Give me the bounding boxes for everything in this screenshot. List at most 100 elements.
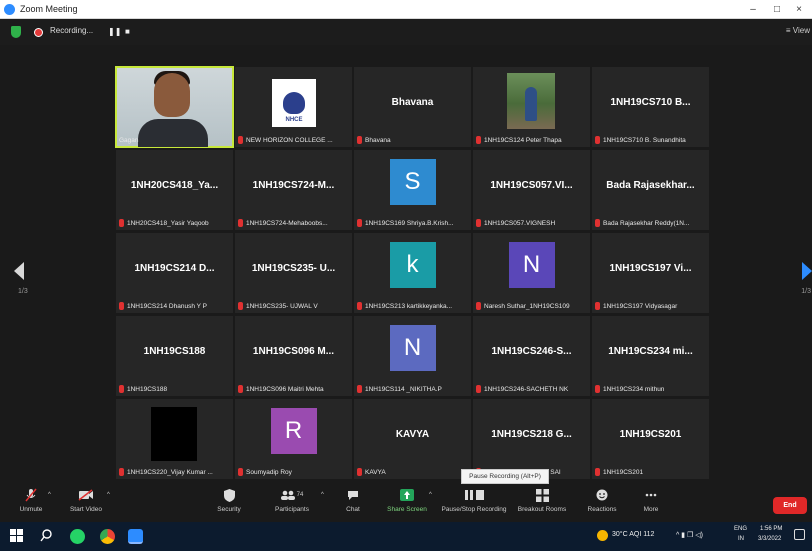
participant-tile[interactable]: N Naresh Suthar_1NH19CS109 xyxy=(473,233,590,313)
participants-button[interactable]: 74 Participants xyxy=(270,488,314,513)
security-button[interactable]: Security xyxy=(212,488,246,513)
muted-mic-icon xyxy=(357,468,362,476)
muted-mic-icon xyxy=(476,219,481,227)
close-button[interactable]: × xyxy=(788,0,810,19)
participant-tile[interactable]: 1NH20CS418_Ya... 1NH20CS418_Yasir Yaqoob xyxy=(116,150,233,230)
participant-name-caption: KAVYA xyxy=(357,467,468,477)
start-video-button[interactable]: Start Video xyxy=(66,488,106,513)
shield-icon[interactable] xyxy=(11,26,21,38)
participant-display-name: 1NH19CS057.VI... xyxy=(490,180,573,191)
more-button[interactable]: More xyxy=(636,488,666,513)
whatsapp-icon[interactable] xyxy=(70,529,85,544)
participant-name-text: 1NH19CS724-Mehaboobs... xyxy=(246,219,328,227)
participant-tile[interactable]: 1NH19CS214 D... 1NH19CS214 Dhanush Y P xyxy=(116,233,233,313)
participant-name-text: 1NH19CS057.VIGNESH xyxy=(484,219,556,227)
participant-tile[interactable]: KAVYA KAVYA xyxy=(354,399,471,479)
participant-name-text: 1NH19CS235- UJWAL V xyxy=(246,302,318,310)
reactions-button[interactable]: Reactions xyxy=(584,488,620,513)
muted-microphone-icon xyxy=(23,488,39,502)
participant-tile[interactable]: R Soumyadip Roy xyxy=(235,399,352,479)
chrome-icon[interactable] xyxy=(100,529,115,544)
participant-tile[interactable]: 1NH19CS220_Vijay Kumar ... xyxy=(116,399,233,479)
next-page-arrow-icon[interactable] xyxy=(802,262,812,280)
participant-tile[interactable]: 1NH19CS724-M... 1NH19CS724-Mehaboobs... xyxy=(235,150,352,230)
participant-tile[interactable]: 1NH19CS124 Peter Thapa xyxy=(473,67,590,147)
notification-icon[interactable] xyxy=(794,529,805,540)
windows-taskbar: 30°C AQI 112 ^ ▮ ❒ ◁) ENG IN 1:56 PM 3/3… xyxy=(0,522,812,551)
weather-sun-icon xyxy=(597,530,608,541)
participant-name-text: 1NH19CS197 Vidyasagar xyxy=(603,302,678,310)
system-tray-icons[interactable]: ^ ▮ ❒ ◁) xyxy=(676,531,703,539)
participants-count: 74 xyxy=(296,492,304,498)
participants-chevron-icon[interactable]: ^ xyxy=(321,492,324,498)
chat-bubble-icon xyxy=(345,488,361,502)
participant-name-text: 1NH19CS188 xyxy=(127,385,168,393)
stop-recording-button[interactable]: ■ xyxy=(125,27,130,36)
windows-start-icon[interactable] xyxy=(10,529,25,544)
participant-name-caption: 1NH19CS188 xyxy=(119,384,230,394)
maximize-button[interactable]: □ xyxy=(766,0,788,19)
muted-mic-icon xyxy=(238,385,243,393)
participant-tile[interactable]: Bada Rajasekhar... Bada Rajasekhar Reddy(… xyxy=(592,150,709,230)
participant-name-caption: 1NH19CS096 Maitri Mehta xyxy=(238,384,349,394)
view-button[interactable]: ≡ View xyxy=(786,26,810,35)
muted-mic-icon xyxy=(357,302,362,310)
participant-name-caption: 1NH19CS724-Mehaboobs... xyxy=(238,218,349,228)
participant-display-name: 1NH19CS201 xyxy=(619,429,682,440)
weather-info[interactable]: 30°C AQI 112 xyxy=(612,531,654,538)
breakout-rooms-button[interactable]: Breakout Rooms xyxy=(510,488,574,513)
chat-button[interactable]: Chat xyxy=(340,488,366,513)
share-options-chevron-icon[interactable]: ^ xyxy=(429,492,432,498)
participant-tile[interactable]: 1NH19CS235- U... 1NH19CS235- UJWAL V xyxy=(235,233,352,313)
participant-tile[interactable]: N 1NH19CS114 _NIKITHA.P xyxy=(354,316,471,396)
start-video-label: Start Video xyxy=(69,506,103,513)
participant-display-name: KAVYA xyxy=(395,429,430,440)
breakout-rooms-label: Breakout Rooms xyxy=(517,506,567,513)
participant-name-caption: Gagan xyxy=(119,135,230,145)
participant-display-name: 1NH19CS188 xyxy=(143,346,206,357)
participant-name-text: 1NH19CS220_Vijay Kumar ... xyxy=(127,468,213,476)
participant-name-caption: 1NH19CS220_Vijay Kumar ... xyxy=(119,467,230,477)
participant-tile[interactable]: Gagan xyxy=(115,66,234,148)
participant-tile[interactable]: 1NH19CS201 1NH19CS201 xyxy=(592,399,709,479)
participant-tile[interactable]: 1NH19CS246-S... 1NH19CS246-SACHETH NK xyxy=(473,316,590,396)
participant-initial-avatar: N xyxy=(508,242,555,288)
participant-tile[interactable]: k 1NH19CS213 kartikkeyanka... xyxy=(354,233,471,313)
participant-tile[interactable]: Bhavana Bhavana xyxy=(354,67,471,147)
previous-page-arrow-icon[interactable] xyxy=(14,262,24,280)
participant-name-text: 1NH19CS213 kartikkeyanka... xyxy=(365,302,453,310)
zoom-taskbar-icon[interactable] xyxy=(128,529,143,544)
participant-tile[interactable]: 1NH19CS096 M... 1NH19CS096 Maitri Mehta xyxy=(235,316,352,396)
participant-tile[interactable]: 1NH19CS057.VI... 1NH19CS057.VIGNESH xyxy=(473,150,590,230)
participant-name-caption: 1NH19CS235- UJWAL V xyxy=(238,301,349,311)
video-off-icon xyxy=(78,488,94,502)
audio-options-chevron-icon[interactable]: ^ xyxy=(48,492,51,498)
participant-display-name: Bhavana xyxy=(391,97,434,108)
participant-name-caption: 1NH19CS124 Peter Thapa xyxy=(476,135,587,145)
participant-tile[interactable]: 1NH19CS710 B... 1NH19CS710 B. Sunandhita xyxy=(592,67,709,147)
participant-name-text: 1NH19CS214 Dhanush Y P xyxy=(127,302,207,310)
end-meeting-button[interactable]: End xyxy=(773,497,807,514)
participant-display-name: 1NH19CS246-S... xyxy=(491,346,572,357)
minimize-button[interactable]: – xyxy=(742,0,764,19)
participant-tile[interactable]: 1NH19CS218 G...1NH19CS218 GOKUL SAI xyxy=(473,399,590,479)
pause-stop-recording-button[interactable]: Pause/Stop Recording xyxy=(440,488,508,513)
participant-display-name: 1NH19CS710 B... xyxy=(610,97,691,108)
participant-tile[interactable]: 1NH19CS234 mi... 1NH19CS234 mithun xyxy=(592,316,709,396)
pause-recording-button[interactable]: ❚❚ xyxy=(108,27,121,36)
participant-name-text: 1NH19CS096 Maitri Mehta xyxy=(246,385,324,393)
participant-tile[interactable]: 1NH19CS197 Vi... 1NH19CS197 Vidyasagar xyxy=(592,233,709,313)
participant-name-caption: Bada Rajasekhar Reddy(1N... xyxy=(595,218,706,228)
share-screen-button[interactable]: Share Screen xyxy=(385,488,429,513)
participant-tile[interactable]: NHCE NEW HORIZON COLLEGE ... xyxy=(235,67,352,147)
breakout-rooms-icon xyxy=(534,488,550,502)
participant-tile[interactable]: 1NH19CS188 1NH19CS188 xyxy=(116,316,233,396)
participant-video-feed xyxy=(154,73,190,117)
clock-time[interactable]: 1:56 PM xyxy=(760,526,782,532)
participant-name-text: Naresh Suthar_1NH19CS109 xyxy=(484,302,570,310)
unmute-button[interactable]: Unmute xyxy=(14,488,48,513)
search-icon[interactable] xyxy=(40,529,55,544)
video-options-chevron-icon[interactable]: ^ xyxy=(107,492,110,498)
language-indicator[interactable]: ENG xyxy=(734,526,747,532)
participant-tile[interactable]: S 1NH19CS169 Shriya.B.Krish... xyxy=(354,150,471,230)
